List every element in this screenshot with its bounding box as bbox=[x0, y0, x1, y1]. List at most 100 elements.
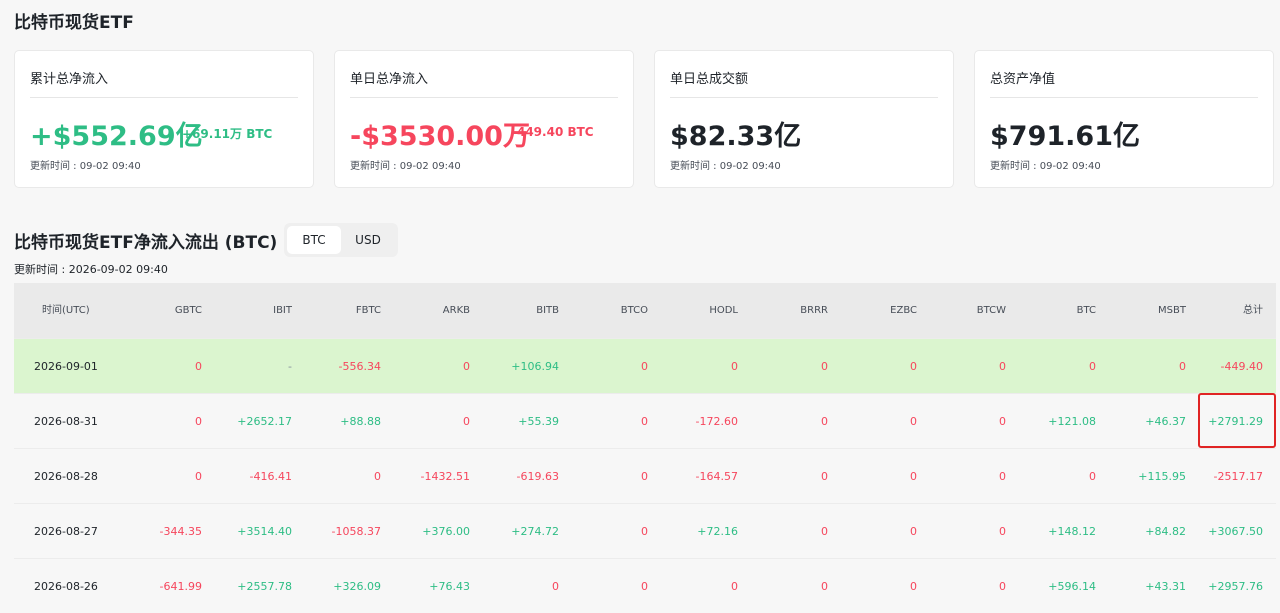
row-value: +106.94 bbox=[511, 360, 559, 373]
toggle-usd-option[interactable]: USD bbox=[341, 226, 395, 254]
header-bitb[interactable]: BITB bbox=[500, 283, 559, 338]
card-cumulative-inflow: 累计总净流入 +$552.69亿 +69.11万 BTC 更新时间 : 09-0… bbox=[14, 50, 314, 188]
row-value: 0 bbox=[999, 470, 1006, 483]
flow-updated-time: 更新时间 : 2026-09-02 09:40 bbox=[14, 263, 168, 276]
header-arkb[interactable]: ARKB bbox=[411, 283, 470, 338]
card-label: 单日总净流入 bbox=[350, 72, 429, 87]
row-value: 0 bbox=[463, 415, 470, 428]
card-label: 总资产净值 bbox=[990, 72, 1056, 87]
card-sub-value: +69.11万 BTC bbox=[182, 127, 273, 141]
row-value: -619.63 bbox=[516, 470, 559, 483]
row-value: 0 bbox=[195, 470, 202, 483]
header-ibit[interactable]: IBIT bbox=[233, 283, 292, 338]
card-label: 累计总净流入 bbox=[30, 72, 109, 87]
row-value: 0 bbox=[821, 580, 828, 593]
row-value: +84.82 bbox=[1145, 525, 1186, 538]
header-ezbc[interactable]: EZBC bbox=[857, 283, 917, 338]
row-value: 0 bbox=[731, 360, 738, 373]
row-date: 2026-08-28 bbox=[34, 470, 98, 483]
divider bbox=[670, 97, 938, 98]
row-value: -641.99 bbox=[159, 580, 202, 593]
row-value: 0 bbox=[999, 525, 1006, 538]
header-msbt[interactable]: MSBT bbox=[1125, 283, 1186, 338]
row-value: 0 bbox=[910, 580, 917, 593]
table-row: 2026-08-27 -344.35 +3514.40 -1058.37 +376.00… bbox=[14, 503, 1276, 558]
row-value: +3067.50 bbox=[1208, 525, 1263, 538]
card-daily-inflow: 单日总净流入 -$3530.00万 -449.40 BTC 更新时间 : 09-… bbox=[334, 50, 634, 188]
row-value: +46.37 bbox=[1145, 415, 1186, 428]
row-value: 0 bbox=[821, 360, 828, 373]
card-updated-time: 更新时间 : 09-02 09:40 bbox=[350, 161, 461, 172]
row-value: +596.14 bbox=[1048, 580, 1096, 593]
row-value: - bbox=[288, 360, 292, 373]
flow-section-title: 比特币现货ETF净流入流出 (BTC) bbox=[14, 233, 278, 253]
header-btco[interactable]: BTCO bbox=[589, 283, 648, 338]
row-value: -1058.37 bbox=[331, 525, 381, 538]
row-value: 0 bbox=[910, 360, 917, 373]
card-updated-time: 更新时间 : 09-02 09:40 bbox=[670, 161, 781, 172]
card-sub-value: -449.40 BTC bbox=[512, 125, 594, 139]
table-row: 2026-09-01 0 - -556.34 0 +106.94 0 0 0 0 0 0 0 -449.4… bbox=[14, 338, 1276, 393]
row-value: 0 bbox=[821, 525, 828, 538]
toggle-btc-option[interactable]: BTC bbox=[287, 226, 341, 254]
header-brrr[interactable]: BRRR bbox=[768, 283, 828, 338]
row-value: -344.35 bbox=[159, 525, 202, 538]
card-value: +$552.69亿 bbox=[30, 121, 203, 152]
header-fbtc[interactable]: FBTC bbox=[322, 283, 381, 338]
row-value: 0 bbox=[1179, 360, 1186, 373]
row-value: +274.72 bbox=[511, 525, 559, 538]
header-btc[interactable]: BTC bbox=[1036, 283, 1096, 338]
row-value: +76.43 bbox=[429, 580, 470, 593]
row-value: -1432.51 bbox=[420, 470, 470, 483]
row-value: 0 bbox=[195, 360, 202, 373]
row-value: 0 bbox=[910, 470, 917, 483]
row-value: +55.39 bbox=[518, 415, 559, 428]
divider bbox=[30, 97, 298, 98]
row-value: 0 bbox=[374, 470, 381, 483]
row-date: 2026-08-26 bbox=[34, 580, 98, 593]
row-value: -556.34 bbox=[338, 360, 381, 373]
header-gbtc[interactable]: GBTC bbox=[154, 283, 202, 338]
row-value: +148.12 bbox=[1048, 525, 1096, 538]
row-value: 0 bbox=[821, 470, 828, 483]
table-row: 2026-08-31 0 +2652.17 +88.88 0 +55.39 0 -172.60… bbox=[14, 393, 1276, 448]
row-value: -449.40 bbox=[1220, 360, 1263, 373]
summary-cards: 累计总净流入 +$552.69亿 +69.11万 BTC 更新时间 : 09-0… bbox=[14, 50, 1276, 190]
table-row: 2026-08-26 -641.99 +2557.78 +326.09 +76.43 0 0… bbox=[14, 558, 1276, 613]
row-value: 0 bbox=[195, 415, 202, 428]
row-date: 2026-09-01 bbox=[34, 360, 98, 373]
header-total[interactable]: 总计 bbox=[1204, 283, 1263, 338]
row-value: 0 bbox=[910, 415, 917, 428]
row-value: 0 bbox=[1089, 360, 1096, 373]
row-value: 0 bbox=[641, 415, 648, 428]
table-body: 2026-09-01 0 - -556.34 0 +106.94 0 0 0 0 0 0 0 -449.4… bbox=[14, 338, 1276, 613]
row-value: +2557.78 bbox=[237, 580, 292, 593]
row-value: 0 bbox=[641, 525, 648, 538]
card-updated-time: 更新时间 : 09-02 09:40 bbox=[30, 161, 141, 172]
header-date[interactable]: 时间(UTC) bbox=[42, 283, 90, 338]
row-value: 0 bbox=[999, 580, 1006, 593]
row-value: +3514.40 bbox=[237, 525, 292, 538]
card-value: $82.33亿 bbox=[670, 121, 802, 152]
row-value: 0 bbox=[999, 360, 1006, 373]
row-date: 2026-08-31 bbox=[34, 415, 98, 428]
divider bbox=[990, 97, 1258, 98]
header-hodl[interactable]: HODL bbox=[678, 283, 738, 338]
card-total-net-assets: 总资产净值 $791.61亿 更新时间 : 09-02 09:40 bbox=[974, 50, 1274, 188]
row-value: 0 bbox=[910, 525, 917, 538]
row-value: -2517.17 bbox=[1213, 470, 1263, 483]
row-value: +88.88 bbox=[340, 415, 381, 428]
row-value: -172.60 bbox=[695, 415, 738, 428]
header-btcw[interactable]: BTCW bbox=[946, 283, 1006, 338]
row-value: 0 bbox=[641, 360, 648, 373]
row-value: +72.16 bbox=[697, 525, 738, 538]
card-updated-time: 更新时间 : 09-02 09:40 bbox=[990, 161, 1101, 172]
row-value: 0 bbox=[463, 360, 470, 373]
row-value: 0 bbox=[821, 415, 828, 428]
row-value: 0 bbox=[731, 580, 738, 593]
etf-dashboard: 比特币现货ETF 累计总净流入 +$552.69亿 +69.11万 BTC 更新… bbox=[0, 0, 1280, 613]
card-daily-volume: 单日总成交额 $82.33亿 更新时间 : 09-02 09:40 bbox=[654, 50, 954, 188]
table-header: 时间(UTC) GBTC IBIT FBTC ARKB BITB BTCO HO… bbox=[14, 283, 1276, 338]
row-value: 0 bbox=[1089, 470, 1096, 483]
row-value: 0 bbox=[641, 580, 648, 593]
